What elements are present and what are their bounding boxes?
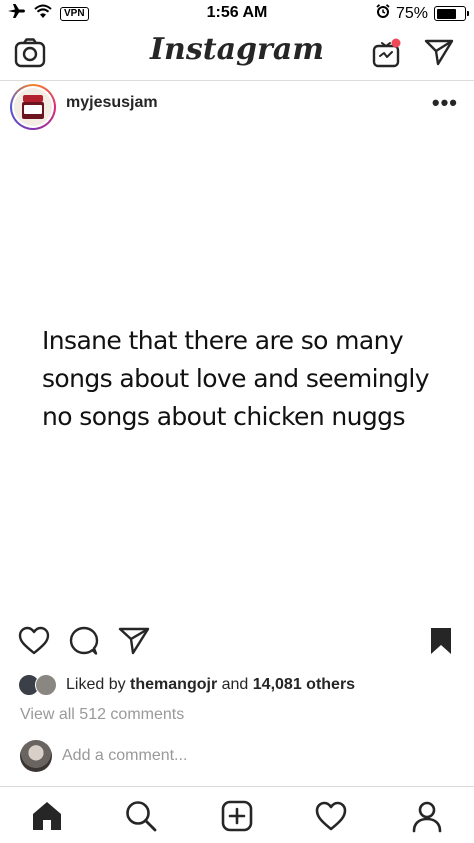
- likes-connector: and: [221, 676, 249, 693]
- direct-message-icon[interactable]: [424, 38, 454, 71]
- alarm-icon: [376, 4, 390, 23]
- post-image[interactable]: Insane that there are so many songs abou…: [0, 136, 474, 610]
- add-comment-input[interactable]: Add a comment...: [62, 747, 187, 765]
- liker-avatars[interactable]: [18, 673, 62, 697]
- current-user-avatar: [20, 740, 52, 772]
- status-bar: VPN 1:56 AM 75%: [0, 0, 474, 28]
- post-text: Insane that there are so many songs abou…: [42, 322, 462, 436]
- battery-fill: [436, 8, 456, 19]
- battery-percent: 75%: [395, 4, 428, 22]
- bookmark-icon[interactable]: [428, 626, 454, 661]
- activity-heart-icon[interactable]: [314, 799, 348, 833]
- new-post-icon[interactable]: [220, 799, 254, 833]
- add-comment-row[interactable]: Add a comment...: [20, 740, 187, 772]
- status-right: 75%: [376, 4, 469, 23]
- likes-line: Liked by themangojr and 14,081 others: [18, 672, 355, 698]
- jam-jar-avatar-image: [14, 88, 52, 126]
- more-options-icon[interactable]: •••: [432, 90, 458, 116]
- post-header: myjesusjam •••: [0, 80, 474, 136]
- bottom-tab-bar: [0, 786, 474, 843]
- post-text-line: songs about love and seemingly: [42, 364, 430, 393]
- search-icon[interactable]: [124, 799, 158, 833]
- likes-count[interactable]: 14,081 others: [253, 676, 355, 694]
- post-actions: [0, 622, 474, 662]
- post-username[interactable]: myjesusjam: [66, 94, 158, 112]
- post-text-line: Insane that there are so many: [42, 326, 404, 355]
- post-author-avatar[interactable]: [10, 84, 56, 130]
- igtv-icon[interactable]: [371, 36, 403, 75]
- heart-icon[interactable]: [18, 626, 50, 661]
- notification-dot: [391, 38, 401, 48]
- liker-username[interactable]: themangojr: [130, 676, 217, 694]
- comment-icon[interactable]: [68, 626, 100, 661]
- profile-icon[interactable]: [410, 799, 444, 833]
- top-nav: Instagram: [0, 28, 474, 80]
- liked-by-label: Liked by: [66, 676, 126, 693]
- post-text-line: no songs about chicken nuggs: [42, 402, 405, 431]
- battery-icon: [434, 6, 469, 21]
- view-all-comments-link[interactable]: View all 512 comments: [20, 706, 184, 724]
- liker-avatar: [35, 674, 57, 696]
- share-icon[interactable]: [118, 626, 150, 661]
- home-icon[interactable]: [30, 799, 64, 833]
